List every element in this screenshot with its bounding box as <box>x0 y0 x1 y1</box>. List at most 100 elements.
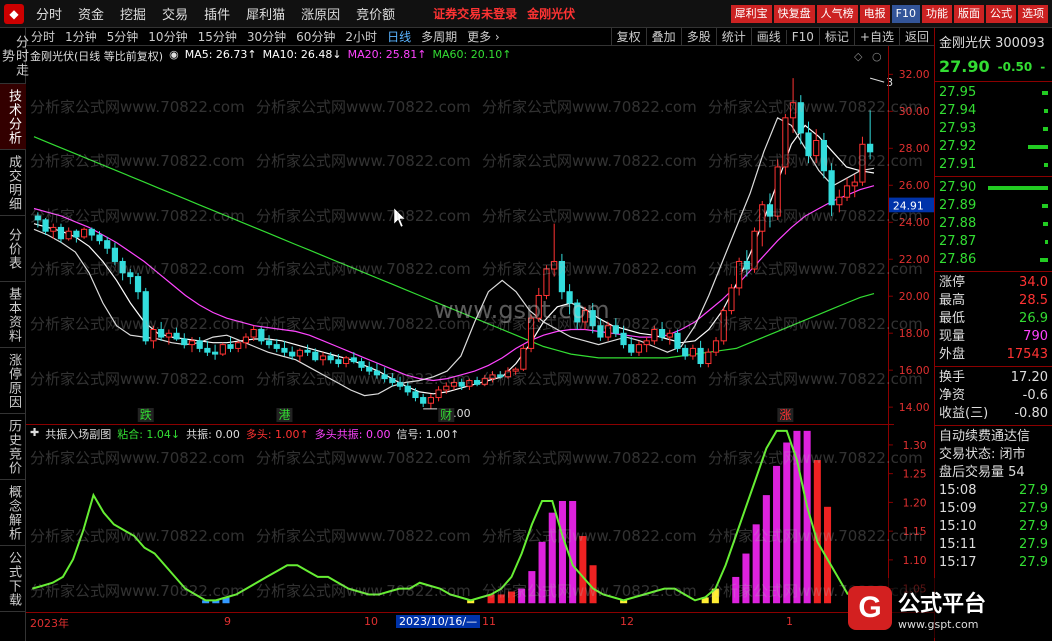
login-notice[interactable]: 证券交易未登录 <box>433 5 517 22</box>
tool-1[interactable]: 叠加 <box>645 28 681 45</box>
quick-button-0[interactable]: 犀利宝 <box>730 4 772 23</box>
candle <box>489 371 496 383</box>
sub-bar-magenta <box>752 524 760 604</box>
candle <box>111 242 119 266</box>
tool-0[interactable]: 复权 <box>610 28 646 45</box>
menu-item-6[interactable]: 涨原因 <box>293 4 348 23</box>
tick-time: 15:10 <box>939 519 977 534</box>
asks-row-2[interactable]: 27.93 <box>935 120 1052 138</box>
left-tab-7[interactable]: 概念解析 <box>0 480 26 546</box>
bids-row-2[interactable]: 27.88 <box>935 215 1052 233</box>
quick-button-7[interactable]: 公式 <box>986 4 1016 23</box>
period-10[interactable]: 更多 › <box>462 28 505 45</box>
candle <box>104 236 111 254</box>
quick-button-3[interactable]: 电报 <box>859 4 890 23</box>
ask-list: 27.95 27.94 27.93 27.92 27.91 <box>935 84 1052 174</box>
sub-tick-label: 1.10 <box>903 554 927 567</box>
period-6[interactable]: 60分钟 <box>291 28 340 45</box>
sub-line-bonding <box>32 429 849 602</box>
price-chart[interactable]: 31.5014.00跌港财涨◇○ <box>26 46 894 424</box>
menu-item-5[interactable]: 犀利猫 <box>238 4 293 23</box>
event-marker-0[interactable]: 跌 <box>137 407 154 422</box>
stats-row-4: 外盘 17543 <box>935 346 1052 364</box>
settings-dot-icon[interactable]: ◉ <box>169 48 179 64</box>
stat-value: -0.80 <box>1014 406 1048 421</box>
period-8[interactable]: 日线 <box>382 28 416 45</box>
diamond-icon[interactable]: ◇ <box>854 50 863 63</box>
asks-row-0[interactable]: 27.95 <box>935 84 1052 102</box>
circle-icon[interactable]: ○ <box>872 50 882 63</box>
stat-value: 790 <box>1023 329 1048 344</box>
quick-button-1[interactable]: 快复盘 <box>773 4 815 23</box>
app-logo-icon[interactable]: ◆ <box>4 3 24 24</box>
tool-6[interactable]: 标记 <box>818 28 854 45</box>
left-tab-4[interactable]: 基本资料 <box>0 282 26 348</box>
stats-row-3: 现量 790 <box>935 328 1052 346</box>
menu-item-1[interactable]: 资金 <box>70 4 112 23</box>
quick-button-6[interactable]: 版面 <box>954 4 984 23</box>
candle <box>211 344 219 360</box>
period-7[interactable]: 2小时 <box>340 28 382 45</box>
menu-item-4[interactable]: 插件 <box>196 4 238 23</box>
tick-price: 27.9 <box>1019 555 1048 570</box>
asks-row-3[interactable]: 27.92 <box>935 138 1052 156</box>
menu-bar: ◆ 分时 资金 挖掘 交易 插件 犀利猫 涨原因 竞价额 证券交易未登录 金刚光伏 犀利宝 快复… <box>0 0 1052 28</box>
candle <box>682 344 689 360</box>
period-1[interactable]: 1分钟 <box>60 28 102 45</box>
bids-row-1[interactable]: 27.89 <box>935 197 1052 215</box>
period-0[interactable]: 分时 <box>26 28 60 45</box>
indicator-chart[interactable] <box>26 424 894 612</box>
sub-bar-magenta <box>518 588 526 604</box>
menu-item-3[interactable]: 交易 <box>154 4 196 23</box>
tool-7[interactable]: +自选 <box>853 28 899 45</box>
sub-tick-label: 1.15 <box>903 525 927 538</box>
left-tab-0[interactable]: 分时走势 <box>0 28 28 84</box>
tool-5[interactable]: F10 <box>785 29 819 44</box>
left-tab-3[interactable]: 分价表 <box>0 216 26 282</box>
quick-button-2[interactable]: 人气榜 <box>816 4 858 23</box>
bids-row-4[interactable]: 27.86 <box>935 251 1052 269</box>
stat-label: 换手 <box>939 370 966 385</box>
left-tab-5[interactable]: 涨停原因 <box>0 348 26 414</box>
candle <box>674 329 681 353</box>
quick-button-4[interactable]: F10 <box>891 4 920 23</box>
event-marker-1[interactable]: 港 <box>276 408 293 422</box>
left-tab-8[interactable]: 公式下载 <box>0 546 26 612</box>
bids-row-0[interactable]: 27.90 <box>935 179 1052 197</box>
menu-item-0[interactable]: 分时 <box>28 4 70 23</box>
quick-button-5[interactable]: 功能 <box>922 4 952 23</box>
period-4[interactable]: 15分钟 <box>193 28 242 45</box>
candle <box>127 269 134 285</box>
event-marker-3[interactable]: 涨 <box>777 407 794 422</box>
auto-renew-text[interactable]: 自动续费通达信 <box>935 428 1052 446</box>
event-marker-2[interactable]: 财 <box>438 408 455 422</box>
left-tab-2[interactable]: 成交明细 <box>0 150 26 216</box>
left-tab-1[interactable]: 技术分析 <box>0 84 26 150</box>
volume-bar <box>1042 204 1048 208</box>
volume-bar <box>1043 222 1048 226</box>
asks-row-4[interactable]: 27.91 <box>935 156 1052 174</box>
sub-bar-magenta <box>762 495 770 604</box>
asks-row-1[interactable]: 27.94 <box>935 102 1052 120</box>
period-9[interactable]: 多周期 <box>416 28 462 45</box>
tool-3[interactable]: 统计 <box>715 28 751 45</box>
menu-item-7[interactable]: 竞价额 <box>348 4 403 23</box>
left-tab-6[interactable]: 历史竞价 <box>0 414 26 480</box>
sub-expand-icon[interactable]: ✚ <box>30 426 39 442</box>
last-price: 27.90 <box>939 57 990 76</box>
tool-8[interactable]: 返回 <box>898 28 934 45</box>
tool-2[interactable]: 多股 <box>680 28 716 45</box>
sub-tick-label: 1.25 <box>903 468 927 481</box>
quick-button-8[interactable]: 选项 <box>1018 4 1048 23</box>
tool-4[interactable]: 画线 <box>750 28 786 45</box>
period-3[interactable]: 10分钟 <box>143 28 192 45</box>
menu-item-2[interactable]: 挖掘 <box>112 4 154 23</box>
candle <box>366 361 373 375</box>
period-2[interactable]: 5分钟 <box>102 28 144 45</box>
left-view-tabs: 分时走势 技术分析 成交明细 分价表 基本资料 涨停原因 历史竞价 概念解析 公式下载 <box>0 28 28 641</box>
sub-tick-label: 1.20 <box>903 496 927 509</box>
bids-row-3[interactable]: 27.87 <box>935 233 1052 251</box>
stat-label: 最高 <box>939 293 966 308</box>
tick-row-0: 15:08 27.9 <box>935 482 1052 500</box>
period-5[interactable]: 30分钟 <box>242 28 291 45</box>
